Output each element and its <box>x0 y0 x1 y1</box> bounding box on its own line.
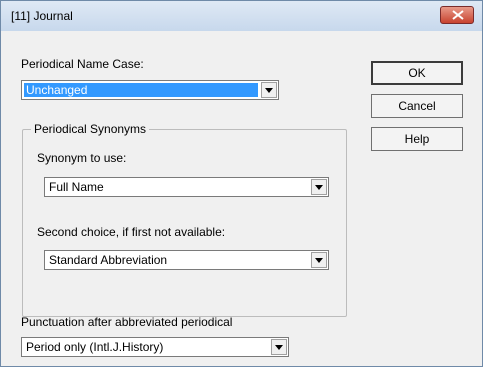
window-title: [11] Journal <box>11 9 73 23</box>
chevron-down-icon <box>315 258 323 263</box>
dialog-body: Periodical Name Case: Unchanged Periodic… <box>9 31 474 359</box>
ok-button[interactable]: OK <box>371 61 463 85</box>
close-button[interactable] <box>440 6 474 24</box>
title-bar[interactable]: [11] Journal <box>1 1 482 31</box>
close-icon <box>452 10 464 20</box>
punctuation-select[interactable]: Period only (Intl.J.History) <box>21 337 289 357</box>
name-case-label: Periodical Name Case: <box>21 57 144 71</box>
chevron-down-icon <box>275 345 283 350</box>
chevron-down-icon <box>265 88 273 93</box>
punctuation-value: Period only (Intl.J.History) <box>26 340 164 354</box>
punctuation-label: Punctuation after abbreviated periodical <box>21 315 233 329</box>
synonym-to-use-select[interactable]: Full Name <box>44 177 329 197</box>
second-choice-dropdown-button[interactable] <box>311 252 327 268</box>
synonym-to-use-value: Full Name <box>49 180 104 194</box>
second-choice-select[interactable]: Standard Abbreviation <box>44 250 329 270</box>
synonym-to-use-dropdown-button[interactable] <box>311 179 327 195</box>
help-button[interactable]: Help <box>371 127 463 151</box>
name-case-value: Unchanged <box>24 83 258 97</box>
second-choice-value: Standard Abbreviation <box>49 253 168 267</box>
name-case-select[interactable]: Unchanged <box>21 80 279 100</box>
cancel-button[interactable]: Cancel <box>371 94 463 118</box>
punctuation-dropdown-button[interactable] <box>271 339 287 355</box>
journal-dialog: [11] Journal Periodical Name Case: Uncha… <box>0 0 483 367</box>
chevron-down-icon <box>315 185 323 190</box>
synonym-to-use-label: Synonym to use: <box>37 151 127 165</box>
periodical-synonyms-title: Periodical Synonyms <box>31 122 150 136</box>
periodical-synonyms-group: Periodical Synonyms Synonym to use: Full… <box>22 122 347 317</box>
name-case-dropdown-button[interactable] <box>261 82 277 98</box>
second-choice-label: Second choice, if first not available: <box>37 225 226 239</box>
